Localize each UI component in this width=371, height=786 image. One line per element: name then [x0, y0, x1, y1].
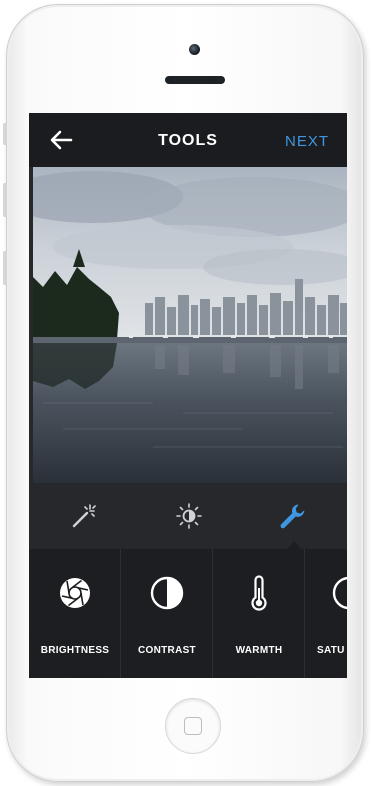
home-button[interactable] [165, 698, 221, 754]
saturation-icon [332, 576, 347, 610]
adjustment-tools-tray: BRIGHTNESS CONTRAST WARMTH SATU [29, 549, 347, 678]
contrast-icon [150, 576, 184, 610]
tool-warmth[interactable]: WARMTH [213, 549, 305, 678]
tool-warmth-label: WARMTH [235, 645, 283, 656]
tab-tools[interactable] [276, 500, 308, 532]
tool-brightness-label: BRIGHTNESS [40, 645, 110, 656]
tool-contrast[interactable]: CONTRAST [121, 549, 213, 678]
volume-down-button [3, 251, 7, 285]
earpiece-speaker [165, 76, 225, 84]
volume-up-button [3, 183, 7, 217]
magic-wand-icon [72, 504, 96, 528]
tool-contrast-label: CONTRAST [138, 645, 196, 656]
front-camera [189, 44, 200, 55]
tool-tabs-bar [29, 483, 347, 549]
thermometer-icon [251, 575, 267, 611]
tool-brightness[interactable]: BRIGHTNESS [29, 549, 121, 678]
mute-switch [3, 123, 7, 145]
tab-filter-magic[interactable] [67, 500, 99, 532]
tool-saturation[interactable]: SATU [305, 549, 347, 678]
aperture-icon [60, 578, 90, 608]
next-button[interactable]: NEXT [285, 133, 329, 150]
tab-lux[interactable] [173, 500, 205, 532]
top-bar: TOOLS NEXT [29, 113, 347, 167]
brightness-sun-icon [176, 503, 202, 529]
tool-saturation-label: SATU [317, 645, 345, 656]
app-screen: TOOLS NEXT BRIGHTNESS CONTRAST WARMTH SA… [29, 113, 347, 678]
wrench-icon [280, 504, 305, 529]
active-tab-indicator [287, 541, 301, 549]
home-button-square [184, 717, 202, 735]
photo-preview [33, 167, 347, 483]
